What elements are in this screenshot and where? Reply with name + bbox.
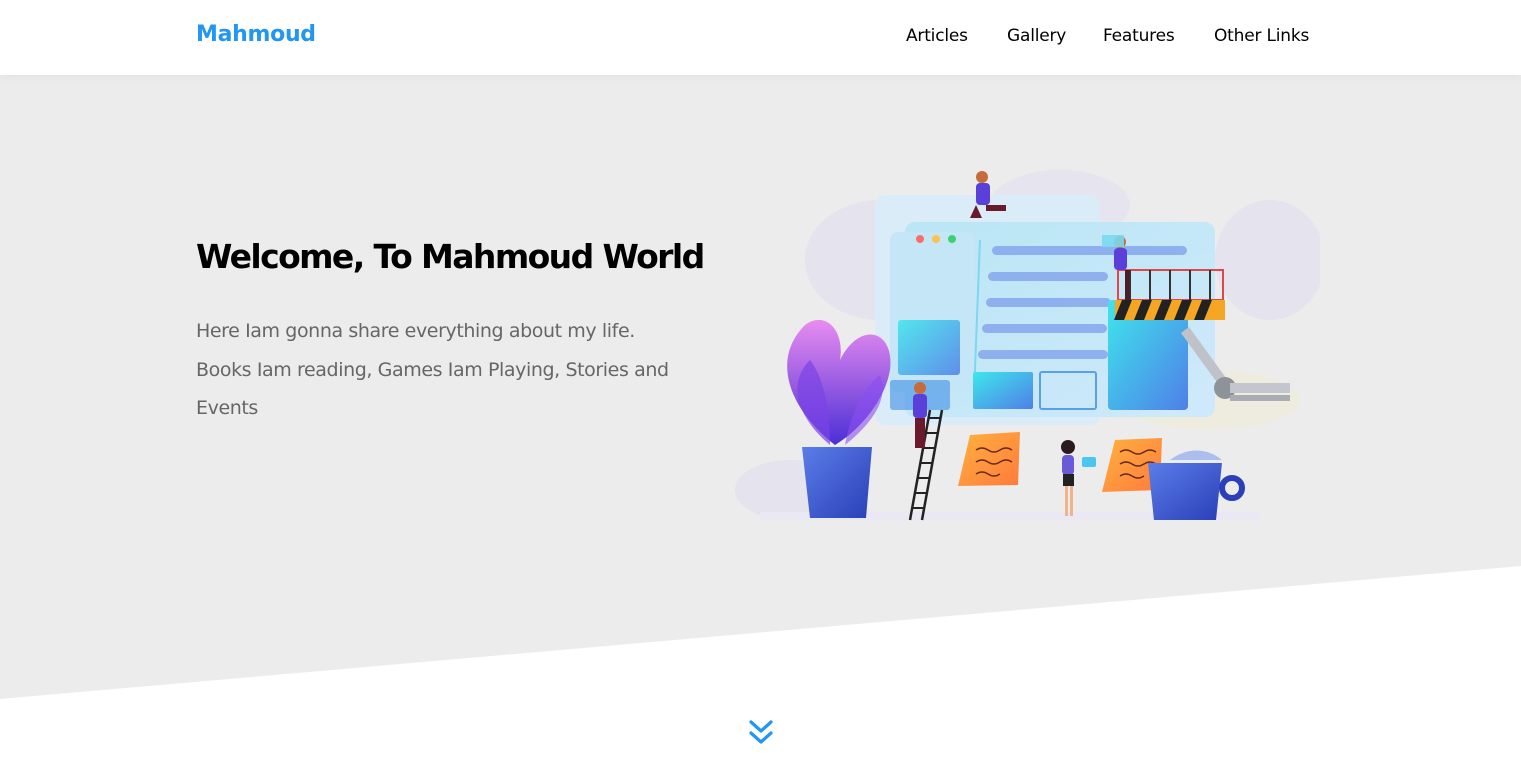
- nav-link-other-links[interactable]: Other Links: [1214, 26, 1309, 46]
- nav-link-gallery[interactable]: Gallery: [1007, 26, 1066, 46]
- main-nav: Articles Gallery Features Other Links: [0, 26, 1521, 50]
- team-building-website-illustration: [730, 160, 1325, 530]
- landing-title: Welcome, To Mahmoud World: [196, 237, 705, 276]
- nav-link-articles[interactable]: Articles: [906, 26, 968, 46]
- landing-description: Here Iam gonna share everything about my…: [196, 320, 669, 419]
- double-chevron-down-icon[interactable]: [747, 718, 775, 750]
- site-header: Mahmoud Articles Gallery Features Other …: [0, 0, 1521, 75]
- nav-link-features[interactable]: Features: [1103, 26, 1175, 46]
